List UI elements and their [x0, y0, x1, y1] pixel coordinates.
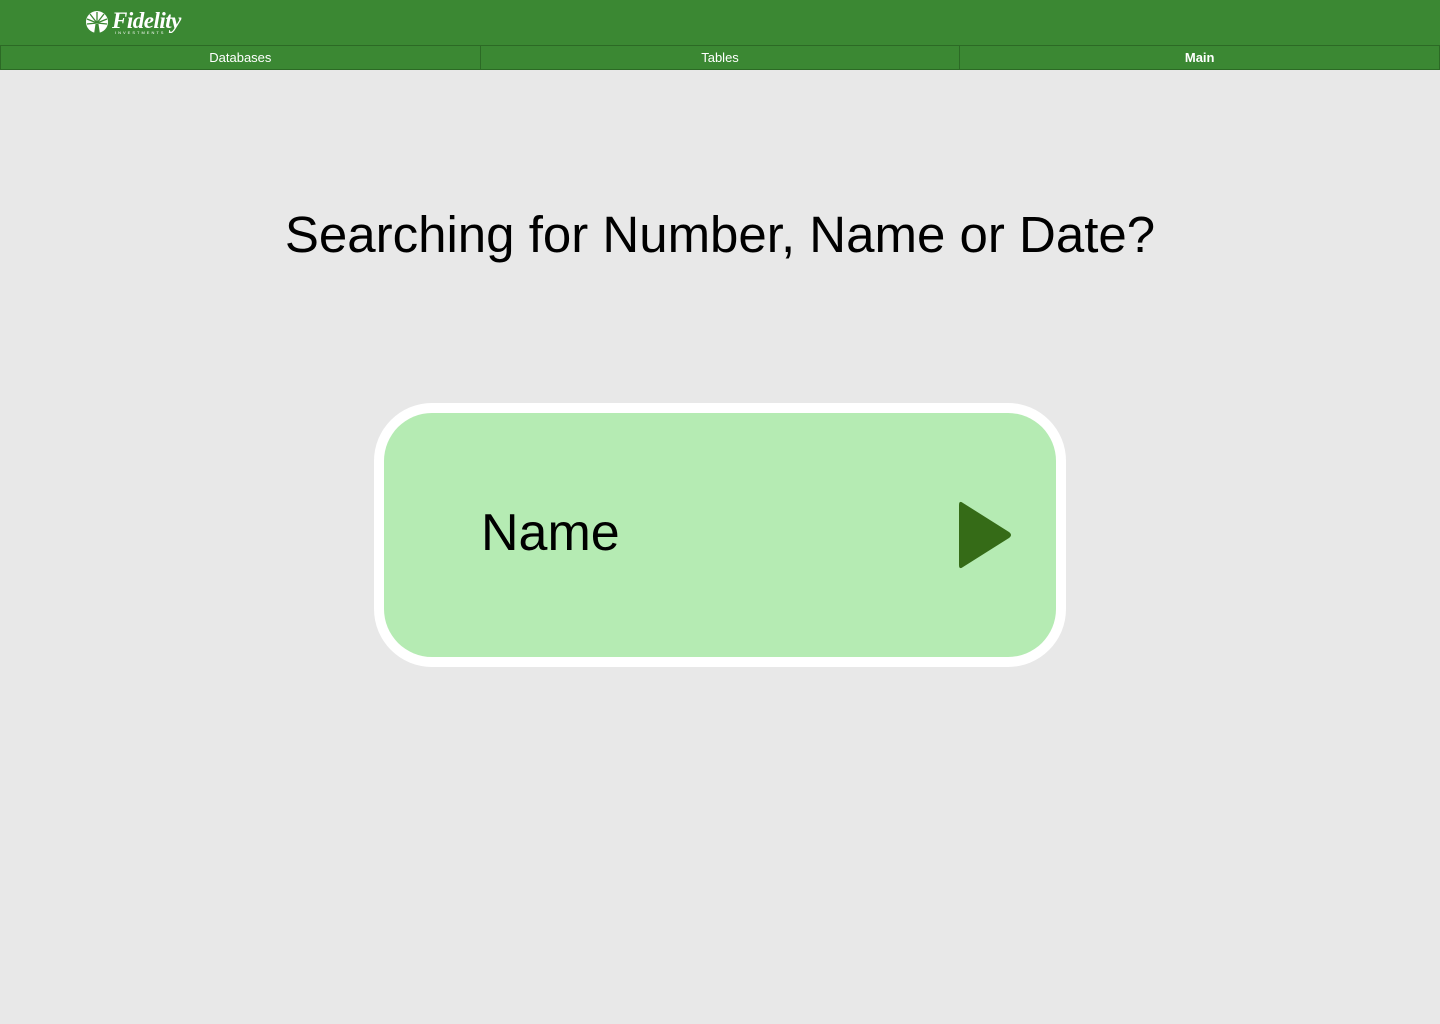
logo-subtext: INVESTMENTS	[115, 30, 166, 35]
name-option-button[interactable]: Name	[384, 413, 1056, 657]
main-nav: Databases Tables Main	[0, 45, 1440, 70]
page-title: Searching for Number, Name or Date?	[284, 206, 1156, 263]
fidelity-sunburst-icon	[86, 11, 108, 34]
logo-text: Fidelity	[112, 8, 181, 33]
top-header: Fidelity INVESTMENTS	[0, 0, 1440, 45]
tab-tables[interactable]: Tables	[480, 45, 961, 70]
fidelity-logo[interactable]: Fidelity INVESTMENTS	[85, 8, 181, 36]
tab-main[interactable]: Main	[960, 45, 1440, 70]
tab-databases[interactable]: Databases	[0, 45, 481, 70]
play-arrow-icon	[959, 501, 1011, 569]
choice-card: Name	[374, 403, 1066, 667]
choice-label: Name	[481, 504, 620, 562]
